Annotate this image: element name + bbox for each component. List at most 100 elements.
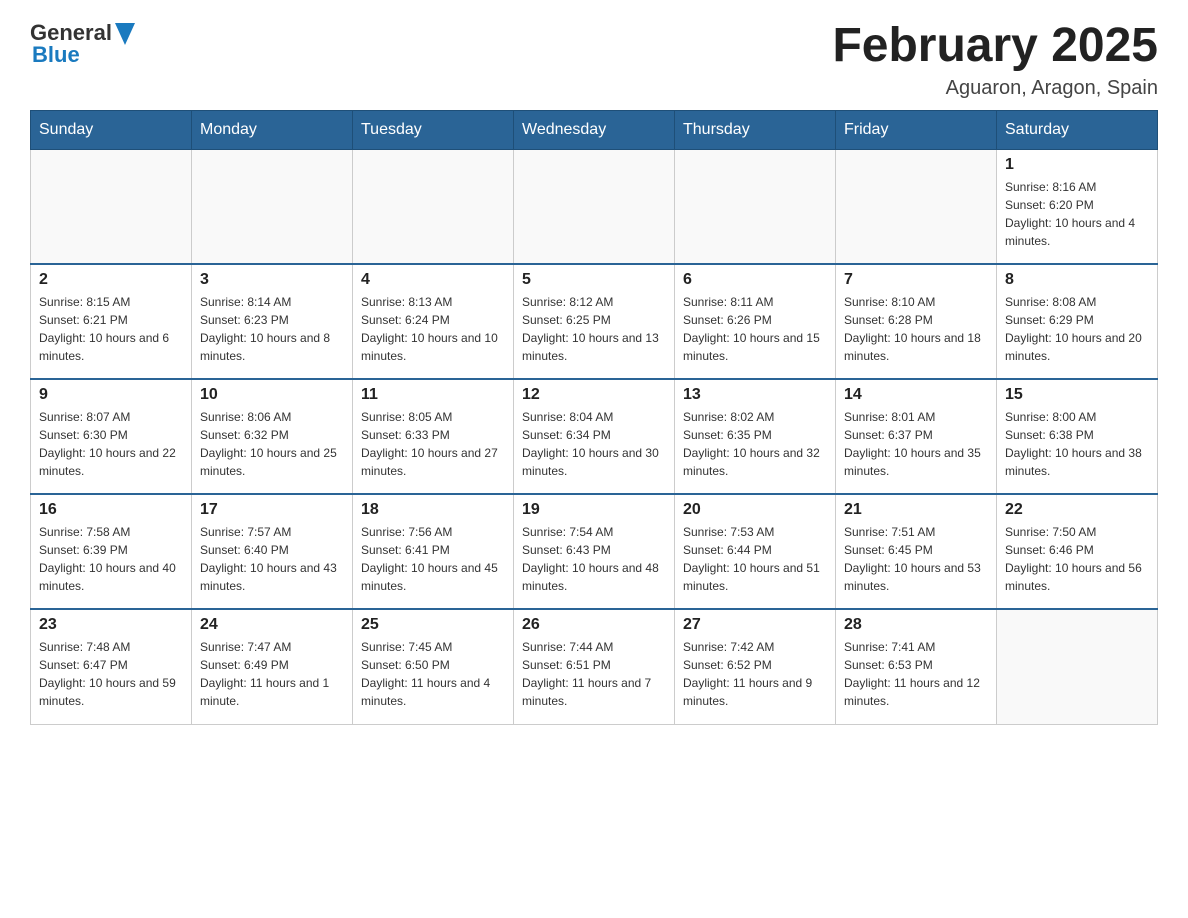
title-section: February 2025 Aguaron, Aragon, Spain xyxy=(832,20,1158,100)
table-row xyxy=(675,149,836,264)
table-row: 2 Sunrise: 8:15 AM Sunset: 6:21 PM Daylig… xyxy=(31,264,192,379)
day-info: Sunrise: 8:12 AM Sunset: 6:25 PM Dayligh… xyxy=(522,293,666,365)
table-row xyxy=(31,149,192,264)
day-number: 21 xyxy=(844,501,988,519)
table-row: 25 Sunrise: 7:45 AM Sunset: 6:50 PM Dayli… xyxy=(353,609,514,724)
day-number: 22 xyxy=(1005,501,1149,519)
table-row: 10Sunrise: 8:06 AM Sunset: 6:32 PM Dayli… xyxy=(192,379,353,494)
header-monday: Monday xyxy=(192,110,353,149)
day-info: Sunrise: 7:45 AM Sunset: 6:50 PM Dayligh… xyxy=(361,638,505,710)
day-number: 24 xyxy=(200,616,344,634)
table-row: 13 Sunrise: 8:02 AM Sunset: 6:35 PM Dayli… xyxy=(675,379,836,494)
day-info: Sunrise: 8:15 AM Sunset: 6:21 PM Dayligh… xyxy=(39,293,183,365)
day-number: 11 xyxy=(361,386,505,404)
calendar-title: February 2025 xyxy=(832,20,1158,73)
day-info: Sunrise: 7:47 AM Sunset: 6:49 PM Dayligh… xyxy=(200,638,344,710)
day-info: Sunrise: 8:14 AM Sunset: 6:23 PM Dayligh… xyxy=(200,293,344,365)
day-number: 7 xyxy=(844,271,988,289)
day-number: 3 xyxy=(200,271,344,289)
day-info: Sunrise: 8:08 AM Sunset: 6:29 PM Dayligh… xyxy=(1005,293,1149,365)
table-row: 28 Sunrise: 7:41 AM Sunset: 6:53 PM Dayli… xyxy=(836,609,997,724)
day-number: 19 xyxy=(522,501,666,519)
table-row: 27 Sunrise: 7:42 AM Sunset: 6:52 PM Dayli… xyxy=(675,609,836,724)
day-info: Sunrise: 7:42 AM Sunset: 6:52 PM Dayligh… xyxy=(683,638,827,710)
day-number: 16 xyxy=(39,501,183,519)
day-info: Sunrise: 8:06 AM Sunset: 6:32 PM Dayligh… xyxy=(200,408,344,480)
day-info: Sunrise: 8:02 AM Sunset: 6:35 PM Dayligh… xyxy=(683,408,827,480)
logo-triangle-icon xyxy=(115,23,135,45)
calendar-subtitle: Aguaron, Aragon, Spain xyxy=(832,77,1158,100)
day-number: 5 xyxy=(522,271,666,289)
day-info: Sunrise: 8:16 AM Sunset: 6:20 PM Dayligh… xyxy=(1005,178,1149,250)
page-header: General Blue February 2025 Aguaron, Arag… xyxy=(30,20,1158,100)
table-row: 4Sunrise: 8:13 AM Sunset: 6:24 PM Daylig… xyxy=(353,264,514,379)
header-tuesday: Tuesday xyxy=(353,110,514,149)
table-row xyxy=(836,149,997,264)
table-row: 26 Sunrise: 7:44 AM Sunset: 6:51 PM Dayli… xyxy=(514,609,675,724)
day-info: Sunrise: 8:07 AM Sunset: 6:30 PM Dayligh… xyxy=(39,408,183,480)
day-info: Sunrise: 8:00 AM Sunset: 6:38 PM Dayligh… xyxy=(1005,408,1149,480)
table-row: 22 Sunrise: 7:50 AM Sunset: 6:46 PM Dayli… xyxy=(997,494,1158,609)
day-number: 6 xyxy=(683,271,827,289)
day-number: 13 xyxy=(683,386,827,404)
day-number: 2 xyxy=(39,271,183,289)
header-wednesday: Wednesday xyxy=(514,110,675,149)
calendar-week-row: 9 Sunrise: 8:07 AM Sunset: 6:30 PM Daylig… xyxy=(31,379,1158,494)
table-row: 12 Sunrise: 8:04 AM Sunset: 6:34 PM Dayli… xyxy=(514,379,675,494)
day-number: 23 xyxy=(39,616,183,634)
day-info: Sunrise: 8:13 AM Sunset: 6:24 PM Dayligh… xyxy=(361,293,505,365)
calendar-table: Sunday Monday Tuesday Wednesday Thursday… xyxy=(30,110,1158,725)
table-row: 21 Sunrise: 7:51 AM Sunset: 6:45 PM Dayli… xyxy=(836,494,997,609)
header-thursday: Thursday xyxy=(675,110,836,149)
header-sunday: Sunday xyxy=(31,110,192,149)
table-row xyxy=(997,609,1158,724)
day-number: 12 xyxy=(522,386,666,404)
day-number: 8 xyxy=(1005,271,1149,289)
day-number: 15 xyxy=(1005,386,1149,404)
day-number: 9 xyxy=(39,386,183,404)
day-number: 25 xyxy=(361,616,505,634)
calendar-week-row: 23 Sunrise: 7:48 AM Sunset: 6:47 PM Dayli… xyxy=(31,609,1158,724)
day-info: Sunrise: 7:48 AM Sunset: 6:47 PM Dayligh… xyxy=(39,638,183,710)
weekday-header-row: Sunday Monday Tuesday Wednesday Thursday… xyxy=(31,110,1158,149)
table-row xyxy=(192,149,353,264)
day-info: Sunrise: 7:50 AM Sunset: 6:46 PM Dayligh… xyxy=(1005,523,1149,595)
table-row: 5 Sunrise: 8:12 AM Sunset: 6:25 PM Daylig… xyxy=(514,264,675,379)
day-number: 26 xyxy=(522,616,666,634)
table-row: 24 Sunrise: 7:47 AM Sunset: 6:49 PM Dayli… xyxy=(192,609,353,724)
day-info: Sunrise: 8:01 AM Sunset: 6:37 PM Dayligh… xyxy=(844,408,988,480)
day-info: Sunrise: 8:10 AM Sunset: 6:28 PM Dayligh… xyxy=(844,293,988,365)
day-info: Sunrise: 7:44 AM Sunset: 6:51 PM Dayligh… xyxy=(522,638,666,710)
day-info: Sunrise: 7:58 AM Sunset: 6:39 PM Dayligh… xyxy=(39,523,183,595)
table-row: 1Sunrise: 8:16 AM Sunset: 6:20 PM Daylig… xyxy=(997,149,1158,264)
table-row xyxy=(353,149,514,264)
day-number: 18 xyxy=(361,501,505,519)
table-row: 11Sunrise: 8:05 AM Sunset: 6:33 PM Dayli… xyxy=(353,379,514,494)
table-row: 9 Sunrise: 8:07 AM Sunset: 6:30 PM Daylig… xyxy=(31,379,192,494)
table-row: 17Sunrise: 7:57 AM Sunset: 6:40 PM Dayli… xyxy=(192,494,353,609)
table-row: 6Sunrise: 8:11 AM Sunset: 6:26 PM Daylig… xyxy=(675,264,836,379)
table-row: 8 Sunrise: 8:08 AM Sunset: 6:29 PM Daylig… xyxy=(997,264,1158,379)
table-row xyxy=(514,149,675,264)
table-row: 15 Sunrise: 8:00 AM Sunset: 6:38 PM Dayli… xyxy=(997,379,1158,494)
header-saturday: Saturday xyxy=(997,110,1158,149)
logo-blue-text: Blue xyxy=(32,42,80,68)
table-row: 16 Sunrise: 7:58 AM Sunset: 6:39 PM Dayli… xyxy=(31,494,192,609)
table-row: 20Sunrise: 7:53 AM Sunset: 6:44 PM Dayli… xyxy=(675,494,836,609)
day-number: 17 xyxy=(200,501,344,519)
day-info: Sunrise: 7:54 AM Sunset: 6:43 PM Dayligh… xyxy=(522,523,666,595)
day-info: Sunrise: 7:53 AM Sunset: 6:44 PM Dayligh… xyxy=(683,523,827,595)
day-info: Sunrise: 7:41 AM Sunset: 6:53 PM Dayligh… xyxy=(844,638,988,710)
day-info: Sunrise: 7:56 AM Sunset: 6:41 PM Dayligh… xyxy=(361,523,505,595)
table-row: 23 Sunrise: 7:48 AM Sunset: 6:47 PM Dayli… xyxy=(31,609,192,724)
calendar-week-row: 16 Sunrise: 7:58 AM Sunset: 6:39 PM Dayli… xyxy=(31,494,1158,609)
day-info: Sunrise: 8:04 AM Sunset: 6:34 PM Dayligh… xyxy=(522,408,666,480)
table-row: 7 Sunrise: 8:10 AM Sunset: 6:28 PM Daylig… xyxy=(836,264,997,379)
table-row: 14Sunrise: 8:01 AM Sunset: 6:37 PM Dayli… xyxy=(836,379,997,494)
day-number: 27 xyxy=(683,616,827,634)
table-row: 19 Sunrise: 7:54 AM Sunset: 6:43 PM Dayli… xyxy=(514,494,675,609)
calendar-week-row: 1Sunrise: 8:16 AM Sunset: 6:20 PM Daylig… xyxy=(31,149,1158,264)
day-number: 28 xyxy=(844,616,988,634)
day-info: Sunrise: 7:51 AM Sunset: 6:45 PM Dayligh… xyxy=(844,523,988,595)
calendar-week-row: 2 Sunrise: 8:15 AM Sunset: 6:21 PM Daylig… xyxy=(31,264,1158,379)
